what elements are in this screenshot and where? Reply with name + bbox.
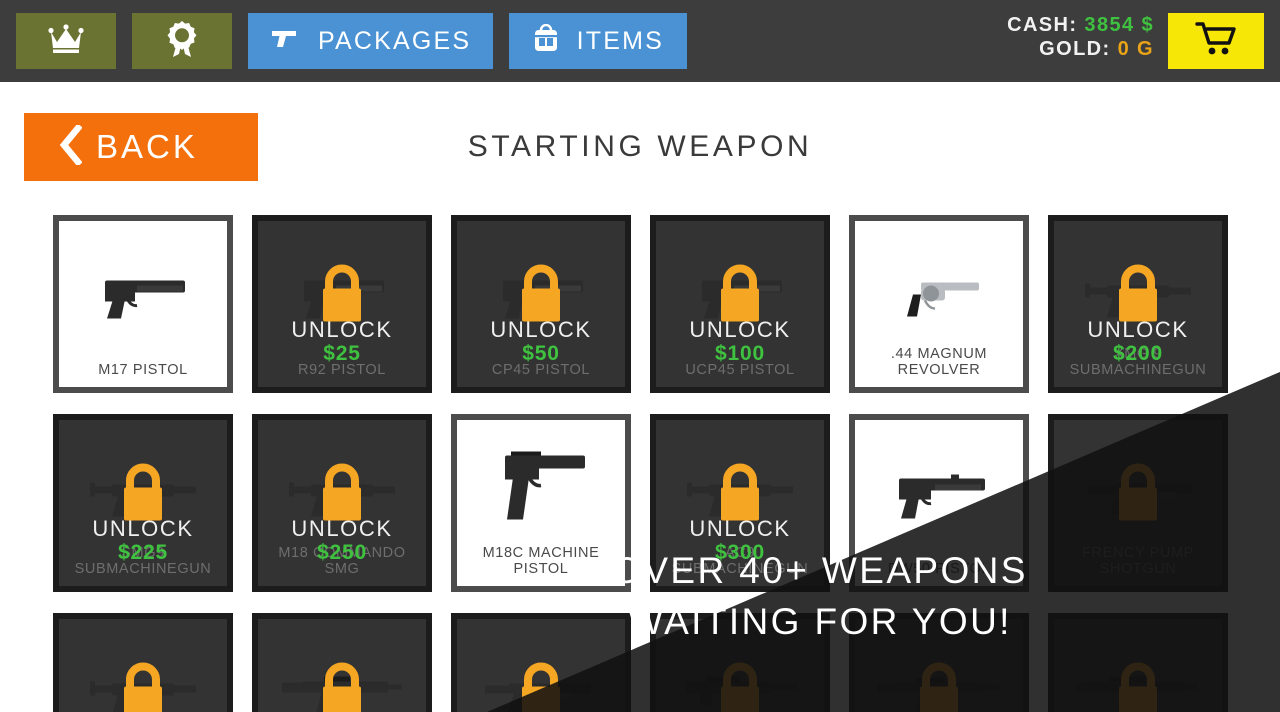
unlock-info: UNLOCK $100: [656, 316, 824, 365]
crown-icon: [47, 23, 85, 59]
lock-icon: [314, 662, 370, 712]
lock-icon: [712, 662, 768, 712]
unlock-label: UNLOCK: [1087, 316, 1189, 342]
weapon-card[interactable]: .44 MAGNUM REVOLVER: [849, 215, 1029, 393]
gold-value: 0 G: [1117, 38, 1154, 61]
weapon-card[interactable]: DW50 PISTOL: [849, 414, 1029, 592]
weapon-card[interactable]: M17 PISTOL: [53, 215, 233, 393]
lock-icon: [1110, 463, 1166, 530]
unlock-label: UNLOCK: [291, 515, 393, 541]
weapon-grid: M17 PISTOL UNLOCK $25 R92 PISTOL UNLOCK $50 CP…: [53, 215, 1229, 712]
awards-button[interactable]: [132, 13, 232, 69]
weapon-name-label: FRENCY PUMP SHOTGUN: [1082, 544, 1194, 578]
weapon-name-label: DW50 PISTOL: [887, 561, 991, 578]
unlock-label: UNLOCK: [689, 515, 791, 541]
unlock-label: UNLOCK: [490, 316, 592, 342]
lock-icon: [911, 662, 967, 712]
cash-value: 3854 $: [1084, 14, 1154, 36]
unlock-price: $25: [323, 341, 361, 365]
weapon-card[interactable]: [252, 613, 432, 712]
items-label: ITEMS: [576, 26, 664, 55]
unlock-label: UNLOCK: [689, 316, 791, 342]
cash-row: CASH: 3854 $: [1007, 13, 1154, 37]
weapon-card[interactable]: UNLOCK $225 SMG9 SUBMACHINEGUN: [53, 414, 233, 592]
unlock-info: UNLOCK $50: [457, 316, 625, 365]
unlock-price: $300: [715, 540, 765, 564]
weapon-card[interactable]: UNLOCK $200 XMG 9 SUBMACHINEGUN: [1048, 215, 1228, 393]
unlock-info: UNLOCK $300: [656, 515, 824, 564]
weapon-name-label: M18C MACHINE PISTOL: [482, 544, 600, 578]
unlock-label: UNLOCK: [92, 515, 194, 541]
lock-icon: [1110, 662, 1166, 712]
weapon-card[interactable]: UNLOCK $25 R92 PISTOL: [252, 215, 432, 393]
weapon-deagle-icon: [885, 467, 993, 526]
packages-button[interactable]: PACKAGES: [248, 13, 494, 69]
weapon-card[interactable]: M18C MACHINE PISTOL: [451, 414, 631, 592]
gold-label: GOLD:: [1039, 38, 1111, 61]
unlock-label: UNLOCK: [291, 316, 393, 342]
weapon-card[interactable]: [53, 613, 233, 712]
lock-icon: [115, 662, 171, 712]
weapon-revolver-icon: [891, 269, 987, 326]
packages-label: PACKAGES: [318, 26, 472, 55]
page-title: STARTING WEAPON: [467, 130, 813, 163]
unlock-price: $100: [715, 341, 765, 365]
currency-display: CASH: 3854 $ GOLD: 0 G: [1007, 13, 1154, 62]
game-screen: PACKAGES ITEMS CASH: 3854 $ GOLD: 0 G BA…: [0, 0, 1280, 712]
weapon-card[interactable]: [849, 613, 1029, 712]
unlock-info: UNLOCK $250: [258, 515, 426, 564]
unlock-info: UNLOCK $225: [59, 515, 227, 564]
weapon-card[interactable]: UNLOCK $50 CP45 PISTOL: [451, 215, 631, 393]
weapon-card[interactable]: UNLOCK $100 UCP45 PISTOL: [650, 215, 830, 393]
lock-icon: [513, 662, 569, 712]
weapon-card[interactable]: [451, 613, 631, 712]
weapon-name-label: M17 PISTOL: [98, 362, 188, 379]
backpack-icon: [533, 23, 559, 59]
award-ribbon-icon: [166, 20, 198, 63]
unlock-price: $50: [522, 341, 560, 365]
unlock-price: $250: [317, 540, 367, 564]
gold-row: GOLD: 0 G: [1007, 37, 1154, 61]
items-button[interactable]: ITEMS: [509, 13, 688, 69]
weapon-name-label: .44 MAGNUM REVOLVER: [890, 345, 988, 379]
weapon-card[interactable]: [1048, 613, 1228, 712]
crown-button[interactable]: [16, 13, 116, 69]
weapon-card[interactable]: FRENCY PUMP SHOTGUN: [1048, 414, 1228, 592]
weapon-pistol-icon: [93, 269, 193, 326]
weapon-card[interactable]: [650, 613, 830, 712]
unlock-price: $200: [1113, 341, 1163, 365]
unlock-info: UNLOCK $25: [258, 316, 426, 365]
shop-cart-button[interactable]: [1168, 13, 1264, 69]
cash-label: CASH:: [1007, 14, 1078, 36]
weapon-card[interactable]: UNLOCK $250 M18 COMMANDO SMG: [252, 414, 432, 592]
unlock-price: $225: [118, 540, 168, 564]
weapon-machinepistol-icon: [489, 448, 593, 545]
shopping-cart-icon: [1195, 21, 1237, 62]
weapon-card[interactable]: UNLOCK $300 AC9 SUBMACHINEGUN: [650, 414, 830, 592]
top-bar: PACKAGES ITEMS CASH: 3854 $ GOLD: 0 G: [0, 0, 1280, 82]
unlock-info: UNLOCK $200: [1054, 316, 1222, 365]
pistol-icon: [270, 28, 300, 55]
